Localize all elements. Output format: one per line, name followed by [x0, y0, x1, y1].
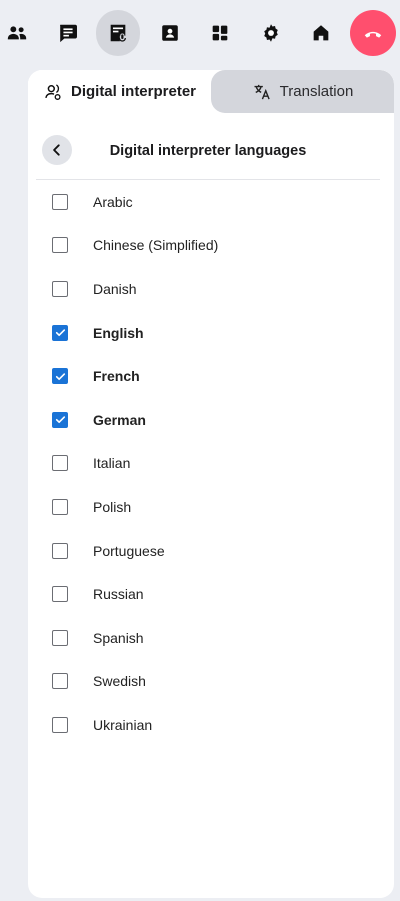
- translate-icon: [254, 84, 270, 99]
- language-label: Chinese (Simplified): [93, 237, 219, 254]
- language-item[interactable]: Portuguese: [28, 529, 394, 573]
- language-label: German: [93, 411, 146, 428]
- chat-icon: [60, 24, 77, 43]
- tab-digital-interpreter-label: Digital interpreter: [70, 83, 197, 100]
- language-checkbox[interactable]: [52, 629, 68, 646]
- participants-button[interactable]: [0, 10, 39, 56]
- language-label: French: [93, 368, 140, 385]
- language-checkbox[interactable]: [52, 673, 68, 690]
- participants-icon: [7, 26, 27, 40]
- interpreter-icon: [110, 24, 126, 42]
- language-label: Arabic: [93, 193, 133, 210]
- language-item[interactable]: Chinese (Simplified): [28, 224, 394, 268]
- language-item[interactable]: Arabic: [28, 180, 394, 224]
- contact-card-button[interactable]: [148, 10, 192, 56]
- language-label: Ukrainian: [93, 716, 153, 733]
- panel-header: Digital interpreter languages: [36, 113, 380, 180]
- tab-translation[interactable]: Translation: [211, 70, 394, 113]
- language-checkbox[interactable]: [52, 193, 68, 210]
- language-item[interactable]: English: [28, 311, 394, 355]
- language-label: Polish: [93, 498, 132, 515]
- tab-translation-label: Translation: [279, 83, 354, 100]
- language-item[interactable]: German: [28, 398, 394, 442]
- chevron-left-icon: [53, 144, 60, 156]
- language-label: English: [93, 324, 144, 341]
- hang-up-icon: [364, 31, 382, 38]
- call-toolbar: [0, 10, 400, 56]
- language-item[interactable]: Italian: [28, 442, 394, 486]
- page-title: Digital interpreter languages: [109, 142, 307, 159]
- checkmark-icon: [55, 416, 65, 424]
- language-checkbox[interactable]: [52, 280, 68, 297]
- panel-tabs: Digital interpreter Translation: [28, 70, 394, 113]
- settings-button[interactable]: [249, 10, 293, 56]
- chat-button[interactable]: [46, 10, 90, 56]
- language-checkbox[interactable]: [52, 411, 68, 428]
- contact-card-icon: [162, 25, 178, 41]
- back-button[interactable]: [42, 135, 72, 165]
- language-item[interactable]: French: [28, 354, 394, 398]
- language-label: Swedish: [93, 673, 146, 690]
- language-label: Italian: [93, 455, 131, 472]
- language-label: Danish: [93, 280, 137, 297]
- language-checkbox[interactable]: [52, 716, 68, 733]
- checkmark-icon: [55, 329, 65, 337]
- language-item[interactable]: Swedish: [28, 660, 394, 704]
- language-checkbox[interactable]: [52, 237, 68, 254]
- apps-grid-icon: [212, 25, 228, 41]
- language-item[interactable]: Russian: [28, 572, 394, 616]
- language-label: Russian: [93, 586, 144, 603]
- home-icon: [313, 25, 329, 41]
- interpreter-person-icon: [45, 83, 61, 100]
- language-label: Spanish: [93, 629, 144, 646]
- language-checkbox[interactable]: [52, 542, 68, 559]
- settings-gear-icon: [264, 24, 278, 42]
- language-checkbox[interactable]: [52, 498, 68, 515]
- home-button[interactable]: [299, 10, 343, 56]
- language-item[interactable]: Danish: [28, 267, 394, 311]
- apps-button[interactable]: [198, 10, 242, 56]
- hang-up-button[interactable]: [350, 10, 396, 56]
- language-list: Arabic Chinese (Simplified) Danish English F…: [28, 180, 394, 747]
- checkmark-icon: [55, 372, 65, 380]
- interpreter-panel: Digital interpreter Translation Digital …: [28, 70, 394, 898]
- language-checkbox[interactable]: [52, 586, 68, 603]
- language-item[interactable]: Spanish: [28, 616, 394, 660]
- language-label: Portuguese: [93, 542, 165, 559]
- tab-digital-interpreter[interactable]: Digital interpreter: [28, 70, 211, 113]
- language-checkbox[interactable]: [52, 324, 68, 341]
- language-item[interactable]: Polish: [28, 485, 394, 529]
- interpreter-button[interactable]: [96, 10, 140, 56]
- language-checkbox[interactable]: [52, 455, 68, 472]
- language-item[interactable]: Ukrainian: [28, 703, 394, 747]
- language-checkbox[interactable]: [52, 368, 68, 385]
